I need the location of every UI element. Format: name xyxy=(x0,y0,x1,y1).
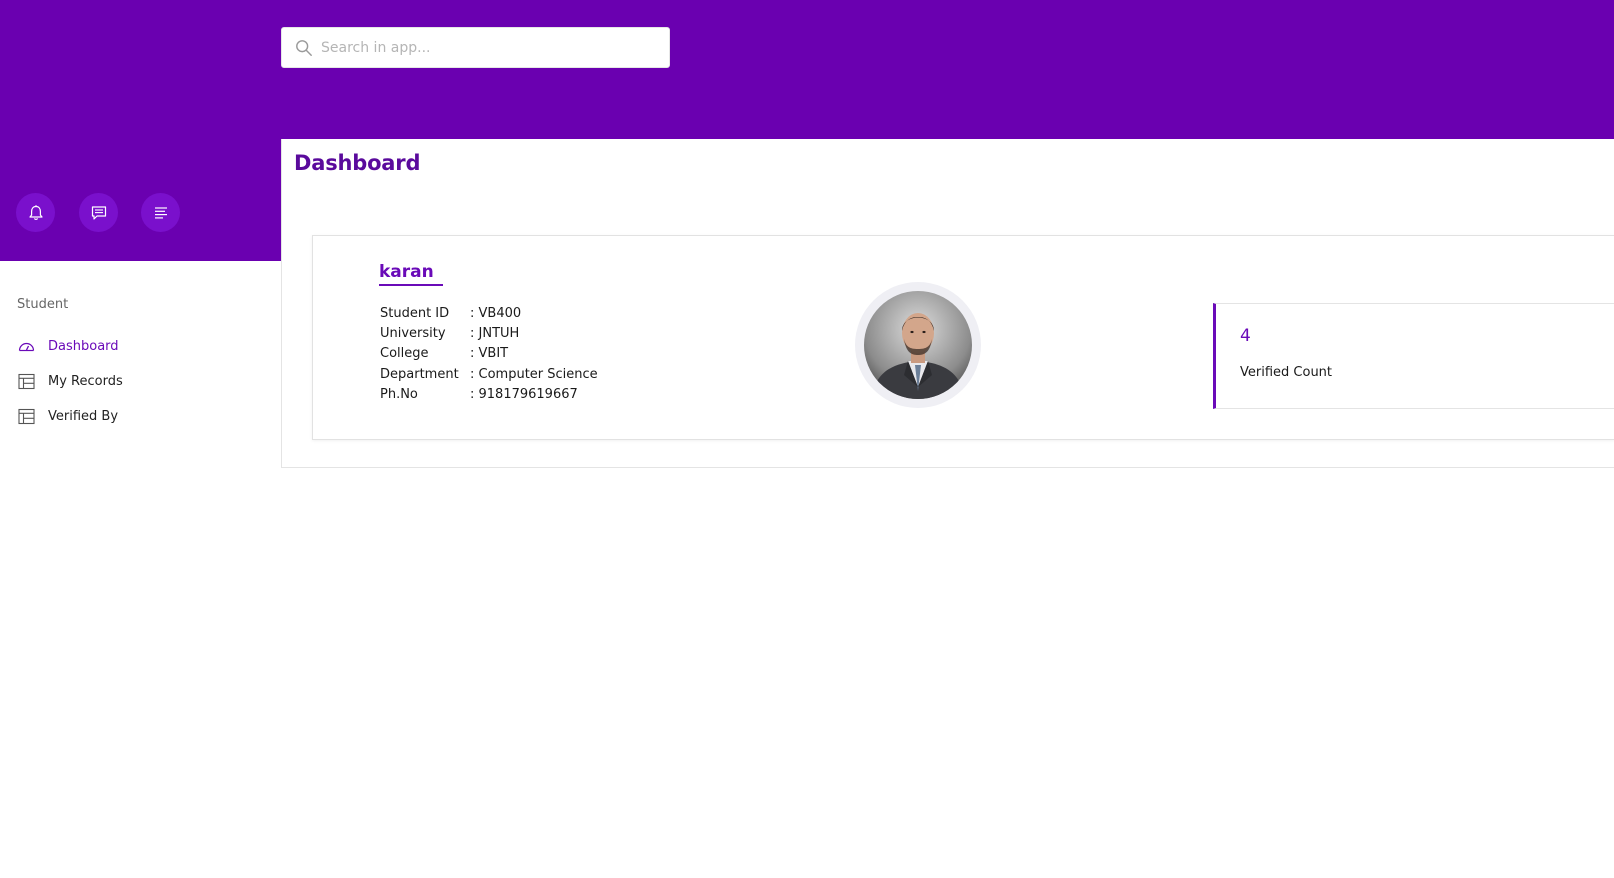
info-key: Student ID xyxy=(380,305,450,321)
info-value: : 918179619667 xyxy=(470,387,578,403)
verified-count-label: Verified Count xyxy=(1240,365,1333,380)
info-row-university: University : JNTUH xyxy=(380,323,598,343)
table-icon xyxy=(17,407,36,426)
info-row-phone: Ph.No : 918179619667 xyxy=(380,385,598,405)
info-value: : JNTUH xyxy=(470,326,520,342)
info-row-department: Department : Computer Science xyxy=(380,364,598,384)
sidebar-item-dashboard[interactable]: Dashboard xyxy=(17,335,119,357)
search-icon xyxy=(296,40,312,56)
verified-count-card: 4 Verified Count xyxy=(1213,303,1614,409)
messages-button[interactable] xyxy=(79,193,118,232)
menu-button[interactable] xyxy=(141,193,180,232)
avatar xyxy=(864,291,972,399)
sidebar-item-label: Verified By xyxy=(48,408,119,424)
sidebar-item-my-records[interactable]: My Records xyxy=(17,370,123,392)
info-row-student-id: Student ID : VB400 xyxy=(380,303,598,323)
menu-lines-icon xyxy=(154,206,167,218)
info-value: : Computer Science xyxy=(470,366,598,382)
avatar-ring xyxy=(855,282,981,408)
sidebar-section-title: Student xyxy=(17,297,69,312)
profile-photo xyxy=(864,291,972,399)
student-info-list: Student ID : VB400 University : JNTUH Co… xyxy=(380,303,598,405)
table-icon xyxy=(17,372,36,391)
dashboard-gauge-icon xyxy=(17,337,36,356)
info-row-college: College : VBIT xyxy=(380,344,598,364)
name-underline xyxy=(379,284,443,286)
info-key: Department xyxy=(380,366,459,382)
info-value: : VB400 xyxy=(470,305,522,321)
page-title: Dashboard xyxy=(294,151,421,175)
verified-count-value: 4 xyxy=(1240,326,1251,346)
top-header-bar xyxy=(0,0,1614,139)
message-icon xyxy=(91,205,106,220)
sidebar-item-label: Dashboard xyxy=(48,338,119,354)
sidebar-item-verified-by[interactable]: Verified By xyxy=(17,405,118,427)
info-key: Ph.No xyxy=(380,387,418,403)
info-key: University xyxy=(380,326,446,342)
student-name: karan xyxy=(379,262,434,282)
main-panel: Dashboard karan Student ID : VB400 Unive… xyxy=(281,139,1614,468)
student-profile-card: karan Student ID : VB400 University : JN… xyxy=(312,235,1614,440)
notifications-button[interactable] xyxy=(16,193,55,232)
sidebar-item-label: My Records xyxy=(48,373,123,389)
bell-icon xyxy=(28,204,43,220)
search-box[interactable] xyxy=(281,27,670,68)
search-input[interactable] xyxy=(321,34,651,62)
info-value: : VBIT xyxy=(470,346,509,362)
info-key: College xyxy=(380,346,429,362)
